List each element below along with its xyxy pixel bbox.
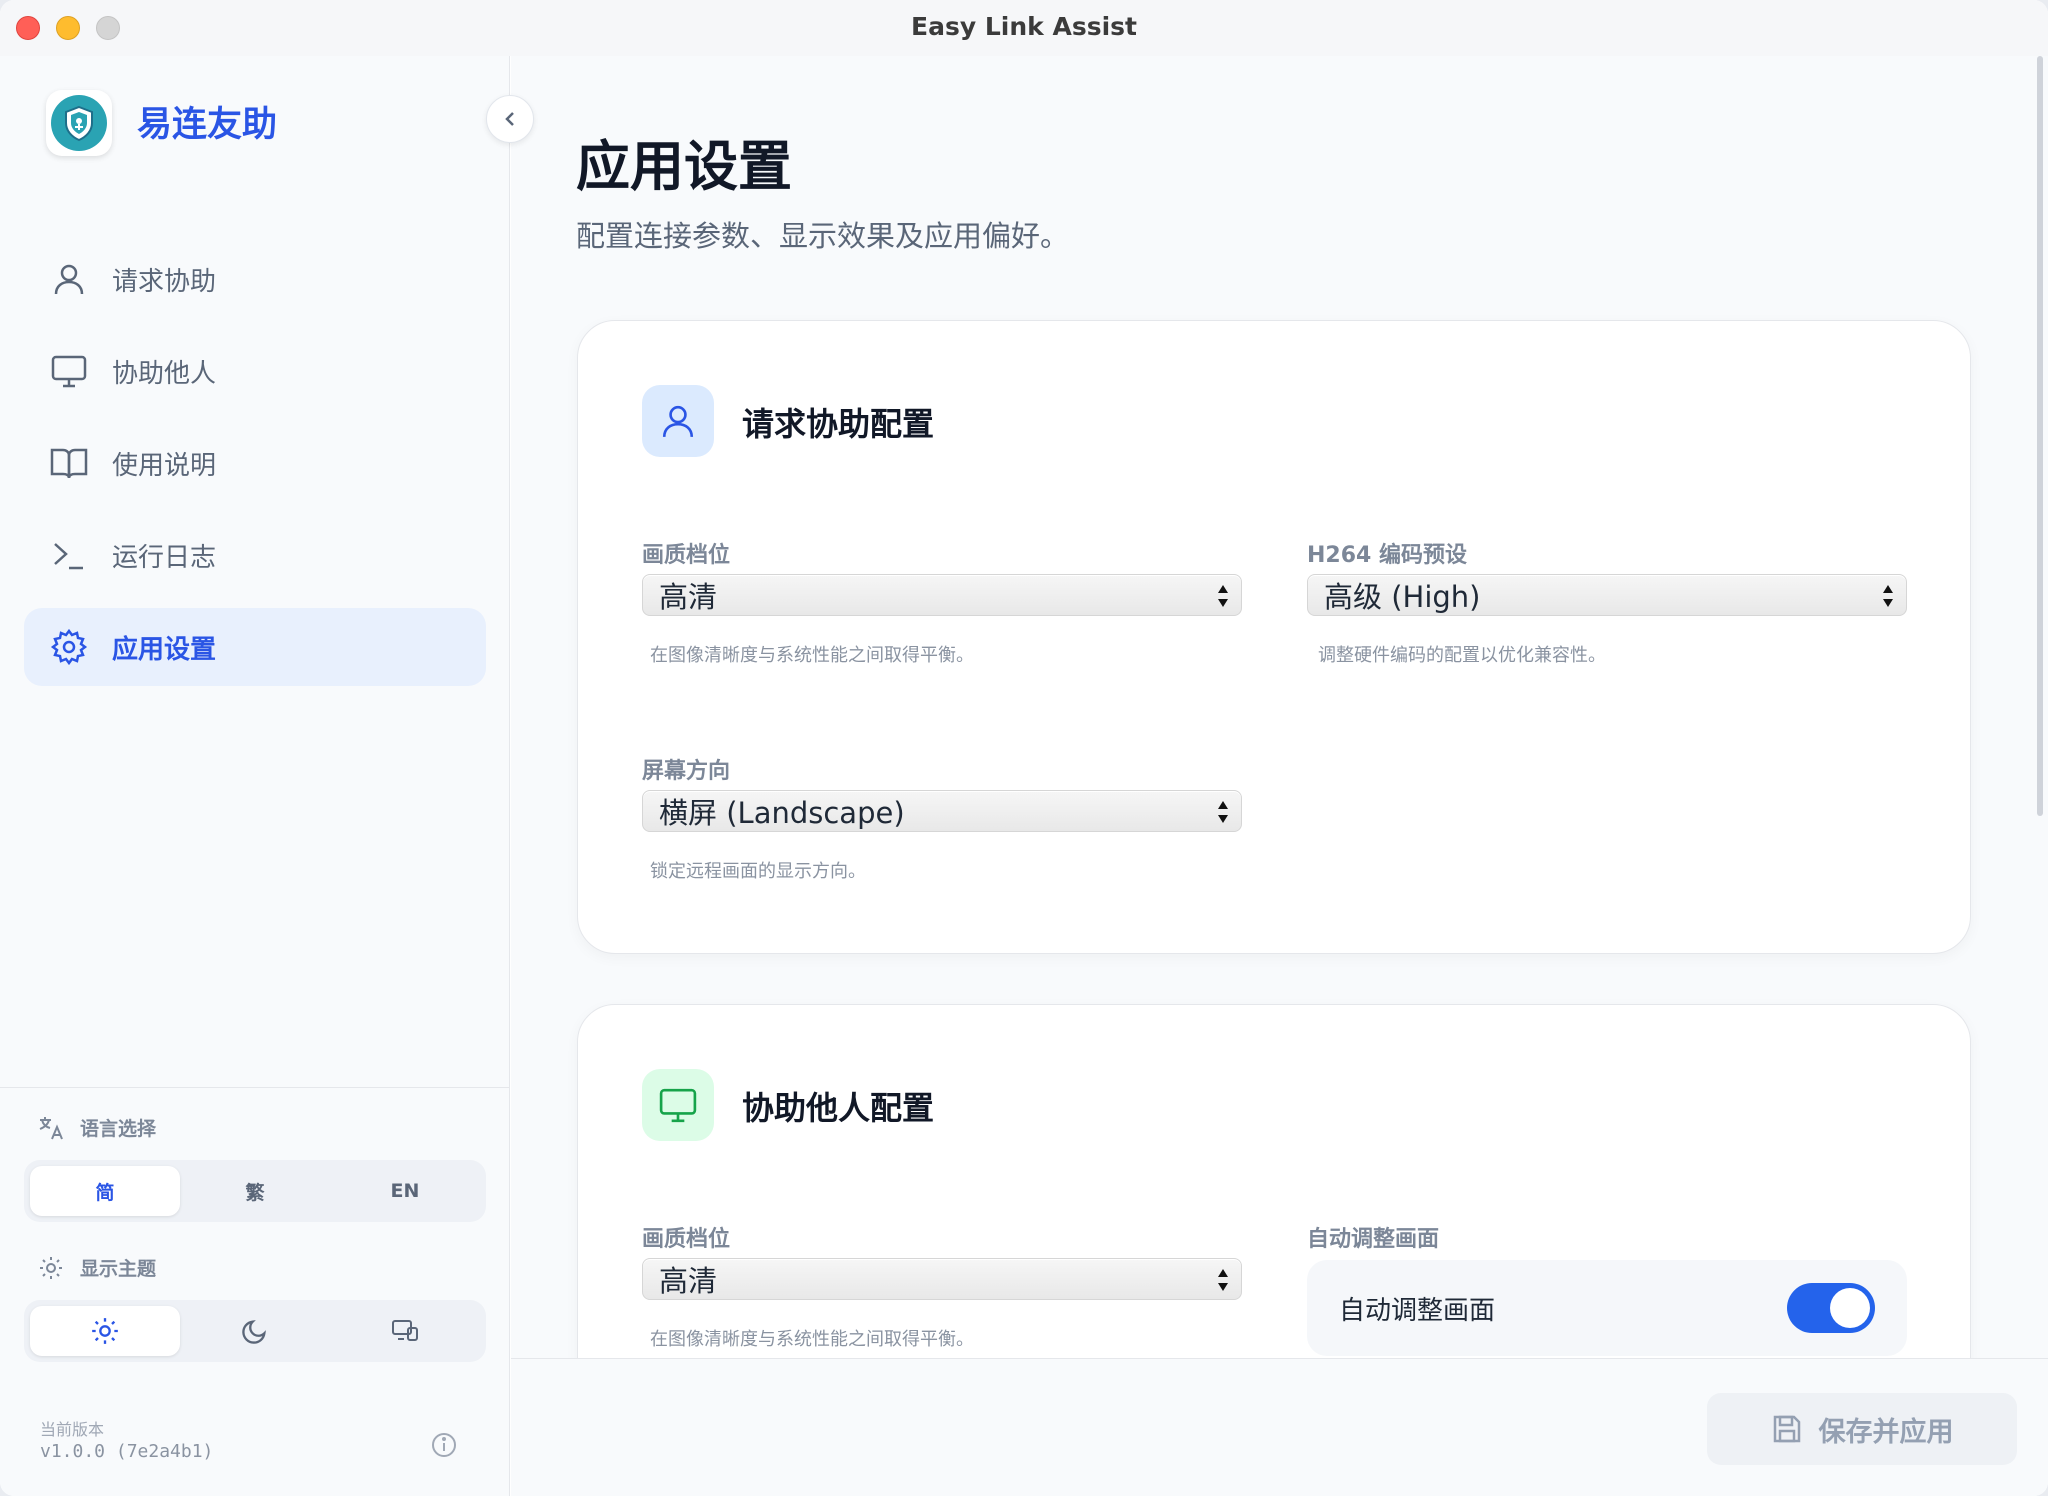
info-icon[interactable] <box>430 1431 458 1459</box>
assist-quality-label: 画质档位 <box>642 1227 731 1252</box>
orientation-select[interactable]: 横屏 (Landscape) <box>642 790 1242 832</box>
language-selector: 简 繁 EN <box>24 1160 486 1222</box>
quality-select-value: 高清 <box>659 580 718 614</box>
language-option-english[interactable]: EN <box>330 1166 480 1216</box>
auto-adjust-row: 自动调整画面 <box>1307 1260 1907 1356</box>
save-icon <box>1773 1415 1800 1443</box>
language-label: 语言选择 <box>80 1118 157 1140</box>
h264-preset-select[interactable]: 高级 (High) <box>1307 574 1907 616</box>
version-label: 当前版本 <box>40 1420 105 1439</box>
book-icon <box>48 442 90 484</box>
save-button-label: 保存并应用 <box>1818 1416 1954 1448</box>
select-arrows-icon <box>1218 801 1228 823</box>
monitor-icon <box>642 1069 714 1141</box>
monitor-icon <box>48 350 90 392</box>
main-scrollbar[interactable] <box>2037 56 2043 816</box>
user-icon <box>642 385 714 457</box>
orientation-hint: 锁定远程画面的显示方向。 <box>650 861 866 882</box>
system-icon <box>392 1320 418 1341</box>
chevron-left-icon <box>505 112 514 126</box>
app-logo <box>46 90 112 156</box>
auto-adjust-toggle[interactable] <box>1787 1283 1875 1333</box>
theme-label: 显示主题 <box>80 1258 157 1280</box>
assist-quality-select-value: 高清 <box>659 1264 718 1298</box>
orientation-label: 屏幕方向 <box>642 759 731 784</box>
orientation-select-value: 横屏 (Landscape) <box>659 796 905 830</box>
window-title: Easy Link Assist <box>911 12 1137 41</box>
main-content: 应用设置 配置连接参数、显示效果及应用偏好。 请求协助配置 画质档位 高清 在图… <box>511 56 2048 1496</box>
sidebar-item-label: 应用设置 <box>112 634 217 665</box>
theme-system-button[interactable] <box>330 1306 480 1356</box>
title-bar: Easy Link Assist <box>0 0 2048 56</box>
sidebar-item-request-help[interactable]: 请求协助 <box>24 240 486 318</box>
toggle-knob <box>1830 1288 1870 1328</box>
user-icon <box>48 258 90 300</box>
page-title: 应用设置 <box>576 135 792 198</box>
theme-section-label: 显示主题 <box>38 1254 156 1281</box>
sidebar-item-label: 使用说明 <box>112 450 217 481</box>
app-window: Easy Link Assist 易连友助 请求协助 协助他人 使用说明 运行日… <box>0 0 2048 1496</box>
shield-logo-icon <box>65 105 93 142</box>
sidebar-item-label: 协助他人 <box>112 358 217 389</box>
h264-select-value: 高级 (High) <box>1324 580 1481 614</box>
sidebar-item-label: 运行日志 <box>112 542 217 573</box>
select-arrows-icon <box>1883 585 1893 607</box>
quality-hint: 在图像清晰度与系统性能之间取得平衡。 <box>650 645 974 666</box>
sidebar-item-settings[interactable]: 应用设置 <box>24 608 486 686</box>
assist-quality-hint: 在图像清晰度与系统性能之间取得平衡。 <box>650 1329 974 1350</box>
auto-adjust-label: 自动调整画面 <box>1307 1227 1440 1252</box>
sidebar: 易连友助 请求协助 协助他人 使用说明 运行日志 应用设置 语言选择 简 繁 E… <box>0 56 510 1496</box>
card-title: 协助他人配置 <box>742 1089 935 1127</box>
footer-bar: 保存并应用 <box>511 1358 2048 1496</box>
language-option-traditional[interactable]: 繁 <box>180 1166 330 1216</box>
terminal-icon <box>48 534 90 576</box>
moon-icon <box>242 1320 266 1344</box>
h264-hint: 调整硬件编码的配置以优化兼容性。 <box>1318 645 1606 666</box>
auto-adjust-toggle-label: 自动调整画面 <box>1339 1296 1496 1326</box>
request-help-config-card: 请求协助配置 画质档位 高清 在图像清晰度与系统性能之间取得平衡。 H264 编… <box>577 320 1971 954</box>
language-section-label: 语言选择 <box>38 1114 156 1141</box>
save-and-apply-button[interactable]: 保存并应用 <box>1707 1393 2017 1465</box>
select-arrows-icon <box>1218 1269 1228 1291</box>
sidebar-divider <box>0 1087 510 1088</box>
quality-label: 画质档位 <box>642 543 731 568</box>
sun-icon <box>92 1318 118 1344</box>
sidebar-item-logs[interactable]: 运行日志 <box>24 516 486 594</box>
collapse-sidebar-button[interactable] <box>486 95 534 143</box>
theme-light-button[interactable] <box>30 1306 180 1356</box>
page-subtitle: 配置连接参数、显示效果及应用偏好。 <box>576 219 1070 253</box>
translate-icon <box>38 1115 64 1141</box>
assist-quality-select[interactable]: 高清 <box>642 1258 1242 1300</box>
sidebar-item-label: 请求协助 <box>112 266 217 297</box>
theme-selector <box>24 1300 486 1362</box>
select-arrows-icon <box>1218 585 1228 607</box>
gear-icon <box>48 626 90 668</box>
card-title: 请求协助配置 <box>742 405 935 443</box>
sun-small-icon <box>38 1255 64 1281</box>
sidebar-item-guide[interactable]: 使用说明 <box>24 424 486 502</box>
sidebar-item-assist-others[interactable]: 协助他人 <box>24 332 486 410</box>
brand-name: 易连友助 <box>137 105 278 145</box>
h264-preset-label: H264 编码预设 <box>1307 543 1467 568</box>
theme-dark-button[interactable] <box>180 1306 330 1356</box>
version-value: v1.0.0 (7e2a4b1) <box>40 1441 214 1462</box>
quality-select[interactable]: 高清 <box>642 574 1242 616</box>
language-option-simplified[interactable]: 简 <box>30 1166 180 1216</box>
